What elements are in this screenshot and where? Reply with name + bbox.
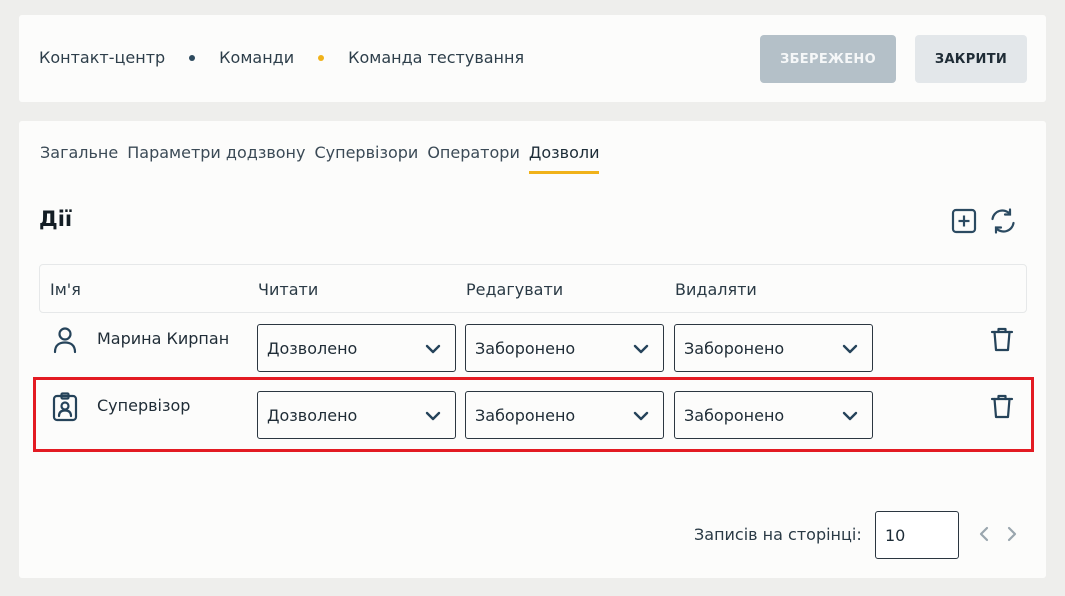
chevron-down-icon [425,341,441,355]
row-name: Супервізор [97,396,191,415]
chevron-left-icon[interactable] [978,525,990,543]
chevron-down-icon [842,408,858,422]
select-value: Заборонено [475,406,576,425]
column-header-name: Ім'я [50,280,81,299]
breadcrumb-separator [189,54,196,61]
read-permission-select[interactable]: Дозволено [257,391,456,439]
trash-icon[interactable] [990,393,1014,419]
header-card: Контакт-центр Команди Команда тестування… [19,15,1046,102]
saved-button[interactable]: ЗБЕРЕЖЕНО [760,35,896,83]
column-header-delete: Видаляти [675,280,757,299]
section-title: Дії [39,207,73,231]
user-icon [51,325,79,355]
select-value: Дозволено [267,339,358,358]
table-header: Ім'я Читати Редагувати Видаляти [39,264,1027,313]
breadcrumb-separator-current [318,54,325,61]
edit-permission-select[interactable]: Заборонено [465,324,664,372]
select-value: Заборонено [684,339,785,358]
edit-permission-select[interactable]: Заборонено [465,391,664,439]
chevron-down-icon [425,408,441,422]
per-page-label: Записів на сторінці: [694,525,862,544]
main-card: Загальне Параметри додзвону Супервізори … [19,121,1046,578]
per-page-value: 10 [885,526,906,545]
table-row: Марина Кирпан Дозволено Заборонено Забор… [39,321,1027,384]
delete-permission-select[interactable]: Заборонено [674,324,873,372]
column-header-edit: Редагувати [466,280,564,299]
breadcrumb-item-contact-center[interactable]: Контакт-центр [39,48,165,67]
tab-bar: Загальне Параметри додзвону Супервізори … [40,143,608,174]
chevron-right-icon[interactable] [1006,525,1018,543]
delete-permission-select[interactable]: Заборонено [674,391,873,439]
tab-supervisors[interactable]: Супервізори [314,143,418,174]
tab-operators[interactable]: Оператори [427,143,520,174]
add-square-icon[interactable] [951,208,977,234]
table-row: Супервізор Дозволено Заборонено Забороне… [39,388,1027,451]
tab-permissions[interactable]: Дозволи [528,143,599,174]
breadcrumb-item-teams[interactable]: Команди [219,48,294,67]
trash-icon[interactable] [990,326,1014,352]
read-permission-select[interactable]: Дозволено [257,324,456,372]
select-value: Заборонено [684,406,785,425]
badge-icon [51,392,79,422]
row-name: Марина Кирпан [97,329,230,348]
close-button[interactable]: ЗАКРИТИ [915,35,1027,83]
chevron-down-icon [842,341,858,355]
column-header-read: Читати [258,280,319,299]
select-value: Дозволено [267,406,358,425]
per-page-input[interactable]: 10 [875,511,959,559]
chevron-down-icon [633,408,649,422]
breadcrumb: Контакт-центр Команди Команда тестування [39,48,524,67]
select-value: Заборонено [475,339,576,358]
tab-general[interactable]: Загальне [40,143,118,174]
breadcrumb-item-current: Команда тестування [348,48,525,67]
chevron-down-icon [633,341,649,355]
tab-dialing-params[interactable]: Параметри додзвону [127,143,305,174]
refresh-icon[interactable] [989,208,1015,234]
